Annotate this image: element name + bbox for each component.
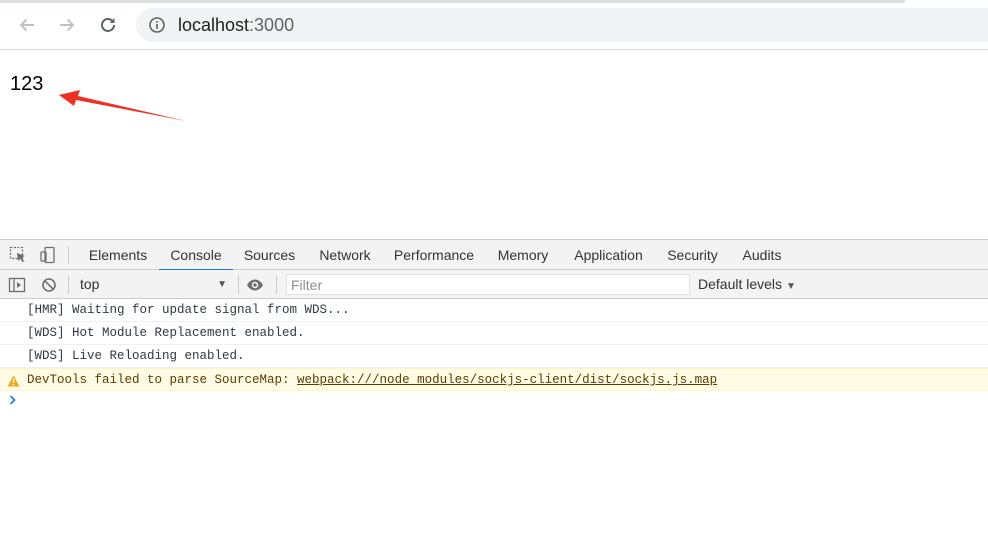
tab-sources[interactable]: Sources [235,240,304,270]
red-arrow-annotation [59,90,186,121]
filter-input[interactable] [286,274,690,295]
clear-console-icon[interactable] [40,276,58,294]
context-selector[interactable]: top ▼ [76,274,231,295]
message-text: [WDS] Live Reloading enabled. [27,349,245,363]
caret-down-icon: ▼ [217,279,227,290]
page-viewport: 123 [0,50,988,239]
tab-memory[interactable]: Memory [484,240,562,270]
warning-icon [7,375,20,387]
caret-down-icon: ▼ [786,281,796,292]
console-message: [HMR] Waiting for update signal from WDS… [0,299,988,322]
tab-application[interactable]: Application [564,240,653,270]
log-levels-value: Default levels [698,276,783,292]
console-messages: [HMR] Waiting for update signal from WDS… [0,299,988,413]
address-bar[interactable]: localhost:3000 [136,8,988,42]
message-text: [HMR] Waiting for update signal from WDS… [27,303,350,317]
url-port: :3000 [249,15,295,35]
toolbar-divider [68,275,69,294]
eye-icon[interactable] [246,276,264,294]
tab-strip [0,0,905,3]
devtools-tab-bar: Elements Console Sources Network Perform… [0,239,988,271]
back-button[interactable] [15,13,39,37]
url-host: localhost [178,15,250,35]
tab-network[interactable]: Network [306,240,384,270]
console-warning: DevTools failed to parse SourceMap: webp… [0,368,988,391]
message-text: [WDS] Hot Module Replacement enabled. [27,326,305,340]
chevron-right-icon [9,395,16,405]
url-text[interactable]: localhost:3000 [178,15,294,35]
tab-elements[interactable]: Elements [79,240,157,270]
reload-icon [101,18,115,32]
console-toolbar: top ▼ Default levels▼ [0,270,988,299]
info-circle-icon[interactable] [148,16,166,34]
log-levels-selector[interactable]: Default levels ▼ [698,274,796,295]
inspect-element-icon[interactable] [9,246,27,264]
toolbar-divider [238,275,239,294]
forward-button[interactable] [55,13,79,37]
console-message: [WDS] Live Reloading enabled. [0,345,988,368]
toolbar-divider [68,246,69,264]
reload-button[interactable] [96,13,120,37]
show-sidebar-icon[interactable] [8,276,26,294]
toolbar-divider [276,275,277,294]
arrow-left-icon [19,18,34,32]
arrow-right-icon [60,18,75,32]
device-toolbar-icon[interactable] [39,246,57,264]
message-text: DevTools failed to parse SourceMap: [27,373,298,387]
sourcemap-link[interactable]: webpack:///node_modules/sockjs-client/di… [297,373,717,387]
tab-performance[interactable]: Performance [386,240,482,270]
devtools-panel: Elements Console Sources Network Perform… [0,239,988,556]
context-value: top [80,276,100,292]
browser-toolbar: localhost:3000 [0,0,988,50]
console-message: [WDS] Hot Module Replacement enabled. [0,322,988,345]
tab-security[interactable]: Security [655,240,730,270]
tab-console[interactable]: Console [159,240,233,271]
tab-audits[interactable]: Audits [732,240,792,270]
console-prompt[interactable] [0,391,988,413]
